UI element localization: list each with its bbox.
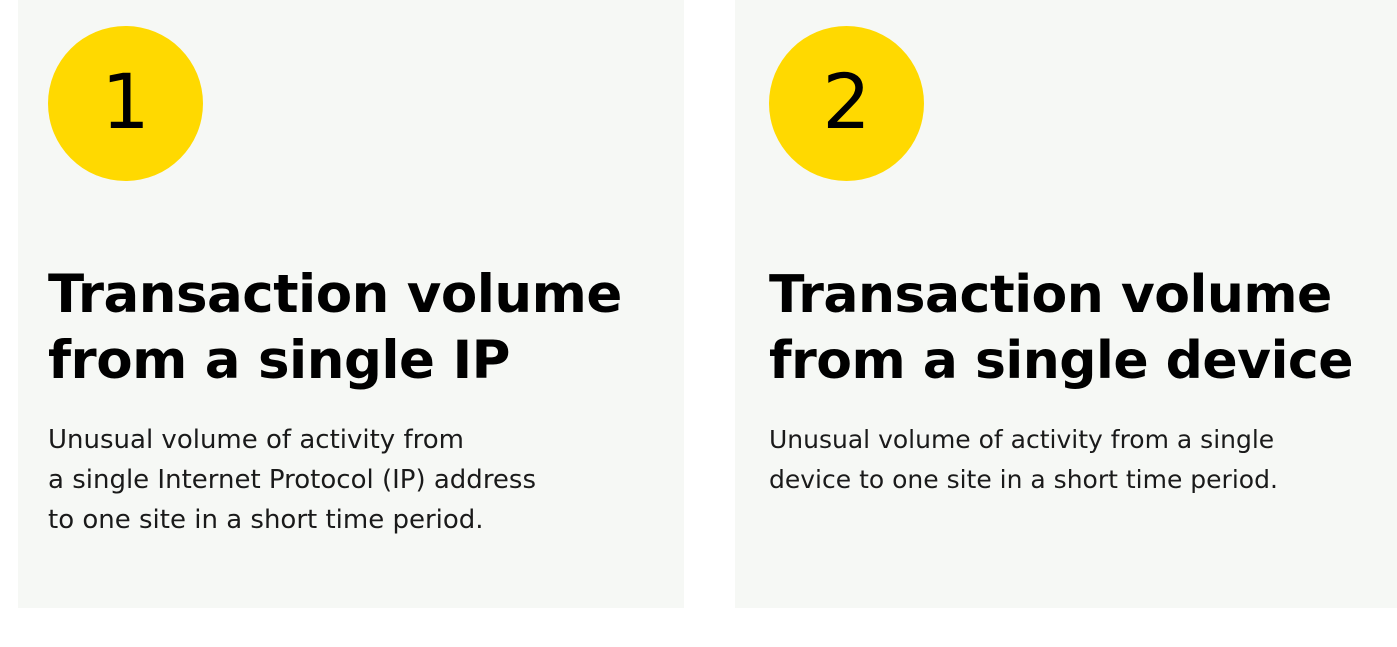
number-badge-label: 1 [101,56,150,146]
feature-card-single-device: 2 Transaction volume from a single devic… [735,0,1397,608]
card-description: Unusual volume of activity from a single… [48,425,537,535]
card-title: Transaction volume from a single IP [48,264,622,391]
feature-card-single-ip: 1 Transaction volume from a single IP Un… [18,0,684,608]
number-badge: 2 [769,26,924,181]
number-badge-label: 2 [822,56,871,146]
card-title: Transaction volume from a single device [769,265,1354,391]
number-badge: 1 [48,26,203,181]
card-description: Unusual volume of activity from a single… [769,425,1278,494]
